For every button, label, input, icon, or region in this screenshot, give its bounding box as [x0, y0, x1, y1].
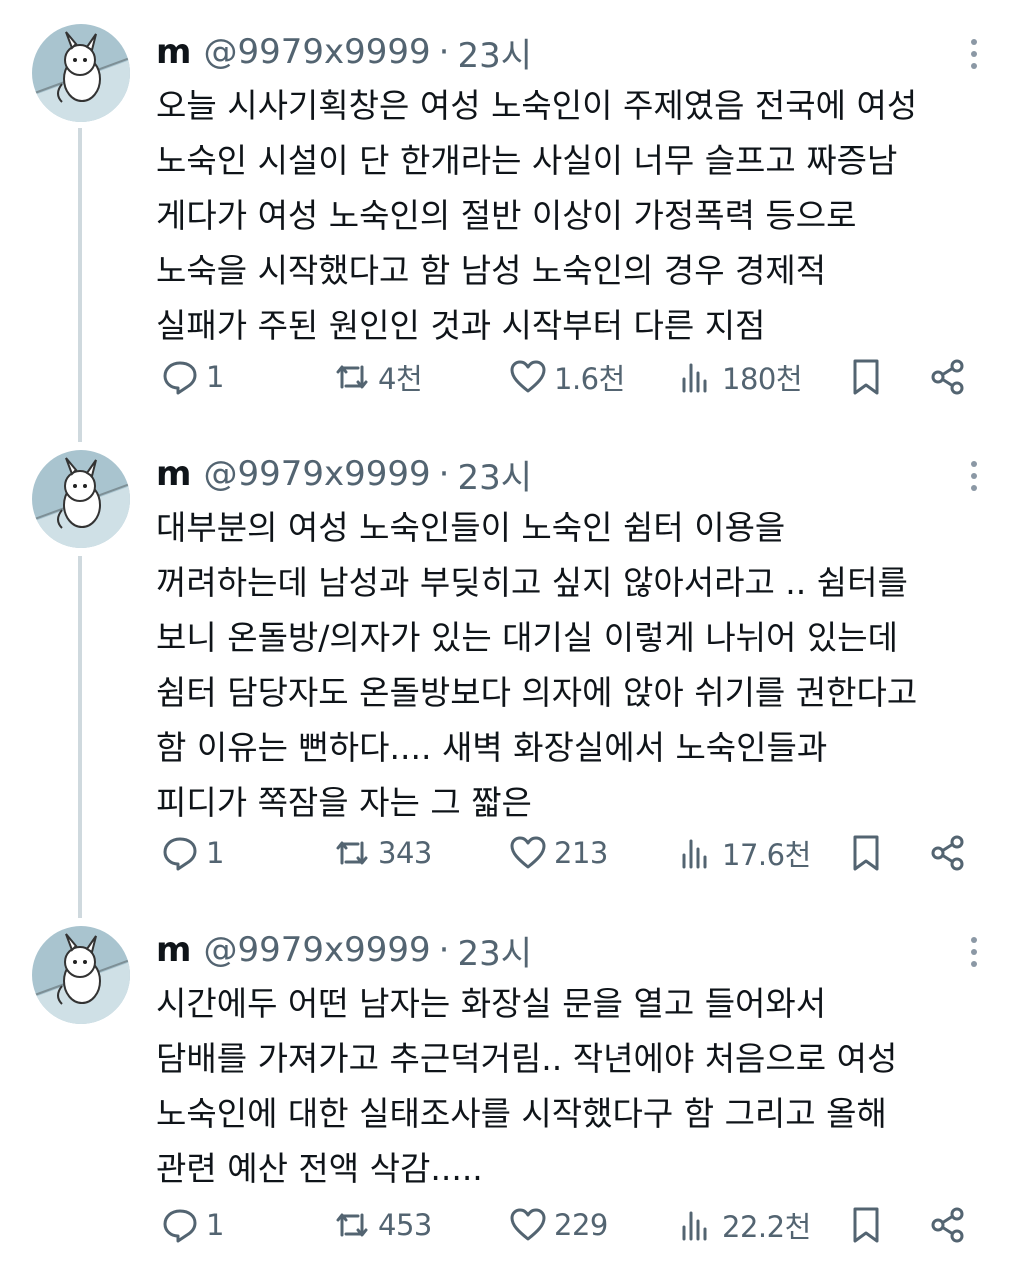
- views-count: 22.2천: [722, 1210, 811, 1244]
- avatar[interactable]: [32, 926, 130, 1024]
- user-handle[interactable]: @9979x9999: [203, 32, 430, 72]
- display-name[interactable]: m: [156, 32, 191, 72]
- like-button[interactable]: 213: [508, 828, 608, 878]
- separator-dot: ·: [438, 32, 450, 72]
- thread-connector-line: [78, 128, 82, 442]
- tweet-text: 시간에두 어떤 남자는 화장실 문을 열고 들어와서 담배를 가져가고 추근덕거…: [156, 976, 1006, 1196]
- reply-button[interactable]: 1: [160, 1200, 224, 1250]
- more-dots-icon[interactable]: [960, 932, 988, 972]
- tweet-text-line: 대부분의 여성 노숙인들이 노숙인 쉼터 이용을: [156, 508, 786, 547]
- separator-dot: ·: [438, 454, 450, 494]
- user-handle[interactable]: @9979x9999: [203, 454, 430, 494]
- share-icon[interactable]: [928, 1205, 968, 1245]
- tweet-text-line: 담배를 가져가고 추근덕거림.. 작년에야 처음으로 여성: [156, 1039, 898, 1078]
- bookmark-icon[interactable]: [846, 357, 886, 397]
- retweet-count: 453: [378, 1208, 432, 1242]
- tweet-text-line: 오늘 시사기획창은 여성 노숙인이 주제였음 전국에 여성: [156, 86, 918, 125]
- retweet-button[interactable]: 453: [332, 1200, 432, 1250]
- more-dots-icon[interactable]: [960, 456, 988, 496]
- reply-button[interactable]: 1: [160, 352, 224, 402]
- like-count: 213: [554, 836, 608, 870]
- tweet-text-line: 보니 온돌방/의자가 있는 대기실 이렇게 나뉘어 있는데: [156, 618, 898, 657]
- tweet-text-line: 실패가 주된 원인인 것과 시작부터 다른 지점: [156, 306, 766, 345]
- share-icon[interactable]: [928, 833, 968, 873]
- retweet-icon: [336, 841, 368, 865]
- reply-button[interactable]: 1: [160, 828, 224, 878]
- separator-dot: ·: [438, 930, 450, 970]
- tweet-header: m @9979x9999 · 23시: [156, 924, 532, 976]
- avatar[interactable]: [32, 450, 130, 548]
- views-count: 17.6천: [722, 838, 811, 872]
- tweet-actions: 1 453 229 22.2천: [156, 1200, 986, 1250]
- like-button[interactable]: 1.6천: [508, 352, 625, 402]
- retweet-count: 343: [378, 836, 432, 870]
- tweet-text-line: 관련 예산 전액 삭감.....: [156, 1149, 483, 1188]
- views-chart-icon: [682, 1211, 707, 1241]
- tweet-text-line: 쉼터 담당자도 온돌방보다 의자에 앉아 쉬기를 권한다고: [156, 673, 918, 712]
- retweet-icon: [336, 365, 368, 389]
- tweet-text-line: 게다가 여성 노숙인의 절반 이상이 가정폭력 등으로: [156, 196, 857, 235]
- reply-icon: [163, 837, 197, 871]
- views-button[interactable]: 22.2천: [676, 1200, 811, 1250]
- tweet-text-line: 꺼려하는데 남성과 부딪히고 싶지 않아서라고 .. 쉼터를: [156, 563, 908, 602]
- tweet-text-line: 노숙인 시설이 단 한개라는 사실이 너무 슬프고 짜증남: [156, 141, 898, 180]
- tweet-header: m @9979x9999 · 23시: [156, 26, 532, 78]
- tweet-text-line: 함 이유는 뻔하다.... 새벽 화장실에서 노숙인들과: [156, 728, 828, 767]
- retweet-button[interactable]: 343: [332, 828, 432, 878]
- like-button[interactable]: 229: [508, 1200, 608, 1250]
- tweet-text: 대부분의 여성 노숙인들이 노숙인 쉼터 이용을 꺼려하는데 남성과 부딪히고 …: [156, 500, 1006, 830]
- views-count: 180천: [722, 362, 803, 396]
- tweet-header: m @9979x9999 · 23시: [156, 448, 532, 500]
- heart-icon: [510, 836, 546, 869]
- views-button[interactable]: 180천: [676, 352, 803, 402]
- tweet-text: 오늘 시사기획창은 여성 노숙인이 주제였음 전국에 여성 노숙인 시설이 단 …: [156, 78, 1006, 353]
- bookmark-icon[interactable]: [846, 1205, 886, 1245]
- retweet-icon: [336, 1213, 368, 1237]
- views-button[interactable]: 17.6천: [676, 828, 811, 878]
- tweet-actions: 1 343 213 17.6천: [156, 828, 986, 878]
- tweet-text-line: 시간에두 어떤 남자는 화장실 문을 열고 들어와서: [156, 984, 827, 1023]
- views-chart-icon: [682, 363, 707, 393]
- timestamp[interactable]: 23시: [457, 450, 532, 499]
- timestamp[interactable]: 23시: [457, 926, 532, 975]
- heart-icon: [510, 360, 546, 393]
- retweet-button[interactable]: 4천: [332, 352, 423, 402]
- thread-connector-line: [78, 556, 82, 918]
- reply-count: 1: [206, 836, 224, 870]
- reply-icon: [163, 1209, 197, 1243]
- display-name[interactable]: m: [156, 930, 191, 970]
- display-name[interactable]: m: [156, 454, 191, 494]
- views-chart-icon: [682, 839, 707, 869]
- tweet-text-line: 노숙인에 대한 실태조사를 시작했다구 함 그리고 올해: [156, 1094, 887, 1133]
- more-dots-icon[interactable]: [960, 34, 988, 74]
- share-icon[interactable]: [928, 357, 968, 397]
- tweet-actions: 1 4천 1.6천 180천: [156, 352, 986, 402]
- bookmark-icon[interactable]: [846, 833, 886, 873]
- retweet-count: 4천: [378, 362, 423, 396]
- tweet-text-line: 피디가 쪽잠을 자는 그 짧은: [156, 783, 532, 822]
- reply-count: 1: [206, 360, 224, 394]
- reply-count: 1: [206, 1208, 224, 1242]
- tweet-text-line: 노숙을 시작했다고 함 남성 노숙인의 경우 경제적: [156, 251, 827, 290]
- reply-icon: [163, 361, 197, 395]
- like-count: 229: [554, 1208, 608, 1242]
- user-handle[interactable]: @9979x9999: [203, 930, 430, 970]
- avatar[interactable]: [32, 24, 130, 122]
- timestamp[interactable]: 23시: [457, 28, 532, 77]
- heart-icon: [510, 1208, 546, 1241]
- like-count: 1.6천: [554, 362, 625, 396]
